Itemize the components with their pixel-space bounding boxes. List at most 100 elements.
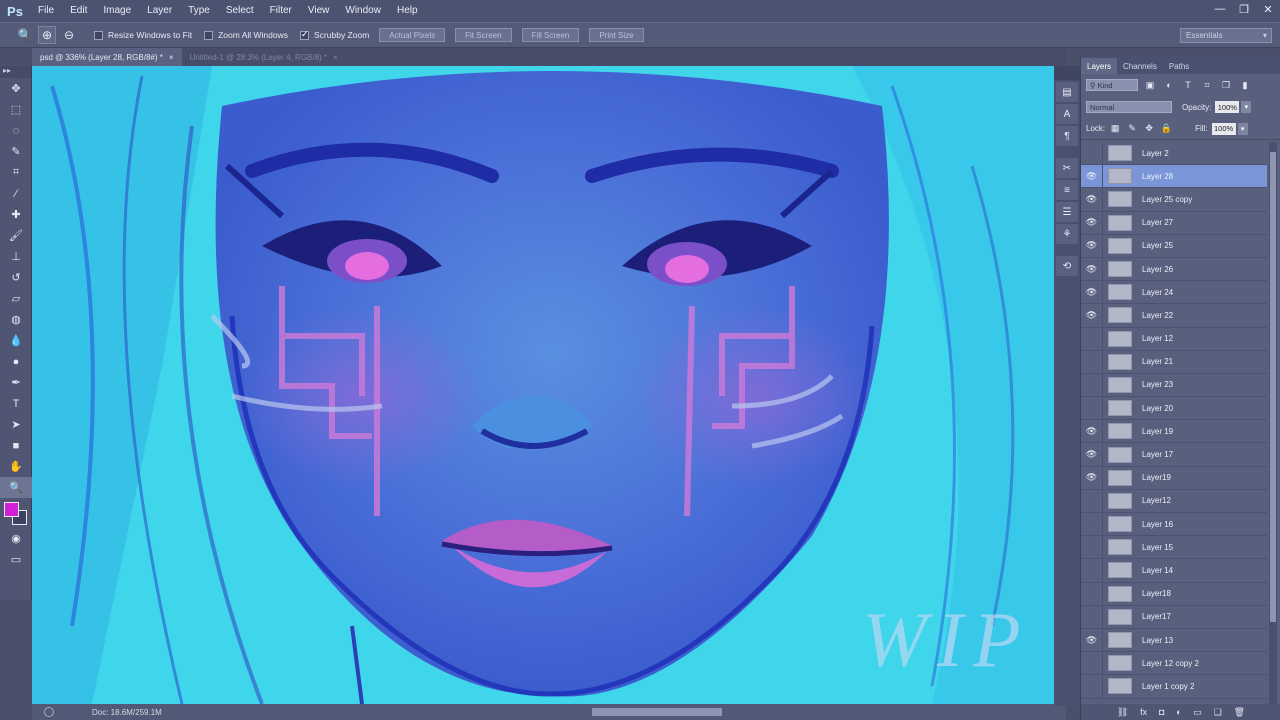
- eye-icon[interactable]: 👁: [1081, 419, 1103, 443]
- link-layers-icon[interactable]: ⛓: [1117, 707, 1128, 718]
- menu-type[interactable]: Type: [180, 0, 218, 22]
- eye-hidden-icon[interactable]: [1081, 327, 1103, 351]
- layers-scrollbar[interactable]: [1269, 142, 1277, 704]
- new-adjustment-icon[interactable]: ◐: [1176, 707, 1181, 717]
- eye-icon[interactable]: 👁: [1081, 628, 1103, 652]
- fill-screen-button[interactable]: Fill Screen: [521, 28, 580, 42]
- layer-row[interactable]: 👁 Layer 13: [1081, 628, 1267, 653]
- horizontal-scrollbar[interactable]: [592, 708, 722, 716]
- layer-row[interactable]: Layer 16: [1081, 512, 1267, 537]
- scrubby-zoom-checkbox[interactable]: Scrubby Zoom: [300, 29, 369, 40]
- kind-filter-select[interactable]: ⚲ Kind: [1086, 79, 1138, 91]
- menu-image[interactable]: Image: [95, 0, 139, 22]
- brush-tool-icon[interactable]: 🖌: [0, 225, 32, 246]
- hand-tool-icon[interactable]: ✋: [0, 456, 32, 477]
- eye-icon[interactable]: 👁: [1081, 164, 1103, 188]
- history-brush-tool-icon[interactable]: ↺: [0, 267, 32, 288]
- layer-row[interactable]: Layer12: [1081, 489, 1267, 513]
- scrollbar-thumb[interactable]: [1270, 152, 1276, 622]
- layer-row[interactable]: 👁 Layer 17: [1081, 443, 1267, 467]
- layer-row[interactable]: 👁 Layer 28: [1081, 164, 1267, 189]
- tab-paths[interactable]: Paths: [1163, 58, 1195, 74]
- opacity-input[interactable]: 100%: [1215, 101, 1240, 113]
- dock-header[interactable]: [1054, 66, 1080, 80]
- layer-style-icon[interactable]: fx: [1140, 707, 1147, 717]
- layer-row[interactable]: 👁 Layer 24: [1081, 280, 1267, 305]
- fill-dropdown-icon[interactable]: ▾: [1237, 122, 1248, 135]
- eye-icon[interactable]: 👁: [1081, 187, 1103, 211]
- smart-object-filter-icon[interactable]: ❒: [1219, 78, 1233, 92]
- close-tab-icon[interactable]: ×: [169, 53, 174, 62]
- layer-row[interactable]: Layer 14: [1081, 558, 1267, 583]
- delete-layer-icon[interactable]: 🗑: [1234, 707, 1245, 718]
- layer-row[interactable]: Layer17: [1081, 605, 1267, 629]
- doc-tab-active[interactable]: psd @ 336% (Layer 28, RGB/8#) * ×: [32, 48, 182, 66]
- quick-mask-icon[interactable]: ◉: [0, 528, 32, 549]
- eyedropper-tool-icon[interactable]: ⁄: [0, 183, 32, 204]
- actions-panel-icon[interactable]: ⟲: [1056, 256, 1078, 276]
- filter-toggle-icon[interactable]: ▮: [1238, 78, 1252, 92]
- menu-layer[interactable]: Layer: [139, 0, 180, 22]
- lasso-tool-icon[interactable]: ◌: [0, 120, 32, 141]
- zoom-all-windows-checkbox[interactable]: Zoom All Windows: [204, 30, 288, 40]
- eraser-tool-icon[interactable]: ▱: [0, 288, 32, 309]
- fill-input[interactable]: 100%: [1211, 122, 1236, 135]
- menu-view[interactable]: View: [300, 0, 338, 22]
- opacity-dropdown-icon[interactable]: ▾: [1241, 101, 1252, 113]
- layer-row[interactable]: Layer 21: [1081, 350, 1267, 374]
- pixel-filter-icon[interactable]: ▣: [1143, 78, 1157, 92]
- zoom-tool-icon[interactable]: 🔍: [0, 477, 32, 498]
- workspace-select[interactable]: Essentials ▾: [1180, 28, 1272, 43]
- paragraph-panel-icon[interactable]: ¶: [1056, 126, 1078, 146]
- layer-row[interactable]: 👁 Layer 26: [1081, 257, 1267, 282]
- eye-icon[interactable]: 👁: [1081, 257, 1103, 281]
- eye-hidden-icon[interactable]: [1081, 582, 1103, 606]
- zoom-out-icon[interactable]: ⊖: [60, 26, 78, 44]
- lock-transparency-icon[interactable]: ▦: [1108, 122, 1122, 136]
- tab-channels[interactable]: Channels: [1117, 58, 1163, 74]
- add-mask-icon[interactable]: ◘: [1159, 707, 1164, 717]
- print-size-button[interactable]: Print Size: [589, 28, 644, 42]
- lock-all-icon[interactable]: 🔒: [1159, 122, 1173, 136]
- layer-row[interactable]: 👁 Layer 25: [1081, 234, 1267, 258]
- layer-row[interactable]: 👁 Layer 19: [1081, 419, 1267, 444]
- layer-row[interactable]: 👁 Layer 27: [1081, 211, 1267, 235]
- foreground-color-swatch[interactable]: [4, 502, 19, 517]
- menu-edit[interactable]: Edit: [62, 0, 95, 22]
- eye-hidden-icon[interactable]: [1081, 373, 1103, 397]
- eye-hidden-icon[interactable]: [1081, 674, 1103, 698]
- eye-icon[interactable]: 👁: [1081, 303, 1103, 327]
- new-layer-icon[interactable]: ❏: [1214, 707, 1222, 718]
- eye-hidden-icon[interactable]: [1081, 651, 1103, 675]
- actual-pixels-button[interactable]: Actual Pixels: [379, 28, 446, 42]
- rectangle-tool-icon[interactable]: ■: [0, 435, 32, 456]
- new-group-icon[interactable]: ▭: [1193, 707, 1202, 718]
- dodge-tool-icon[interactable]: ●: [0, 351, 32, 372]
- close-tab-icon[interactable]: ×: [333, 53, 338, 62]
- eye-hidden-icon[interactable]: [1081, 605, 1103, 629]
- close-button[interactable]: ✕: [1256, 0, 1280, 18]
- lock-position-icon[interactable]: ✥: [1142, 122, 1156, 136]
- layer-row[interactable]: Layer 15: [1081, 535, 1267, 560]
- layer-row[interactable]: 👁 Layer 22: [1081, 303, 1267, 328]
- paint-bucket-tool-icon[interactable]: ◍: [0, 309, 32, 330]
- blur-tool-icon[interactable]: 💧: [0, 330, 32, 351]
- menu-file[interactable]: File: [30, 0, 62, 22]
- eye-hidden-icon[interactable]: [1081, 396, 1103, 420]
- move-tool-icon[interactable]: ✥: [0, 78, 32, 99]
- layer-row[interactable]: Layer 1 copy 2: [1081, 674, 1267, 699]
- tab-layers[interactable]: Layers: [1081, 58, 1118, 74]
- type-tool-icon[interactable]: T: [0, 393, 32, 414]
- resize-windows-checkbox[interactable]: Resize Windows to Fit: [94, 30, 192, 40]
- minimize-button[interactable]: —: [1208, 0, 1232, 18]
- marquee-tool-icon[interactable]: ⬚: [0, 99, 32, 120]
- fit-screen-button[interactable]: Fit Screen: [455, 28, 512, 42]
- zoom-in-icon[interactable]: ⊕: [38, 26, 56, 44]
- screen-mode-icon[interactable]: ▭: [0, 549, 32, 570]
- brush-presets-icon[interactable]: ☰: [1056, 202, 1078, 222]
- tools-panel-header[interactable]: ▸▸: [0, 66, 31, 78]
- character-panel-icon[interactable]: A: [1056, 104, 1078, 124]
- eye-hidden-icon[interactable]: [1081, 535, 1103, 559]
- restore-button[interactable]: ❐: [1232, 0, 1256, 18]
- blend-mode-select[interactable]: Normal: [1086, 101, 1172, 113]
